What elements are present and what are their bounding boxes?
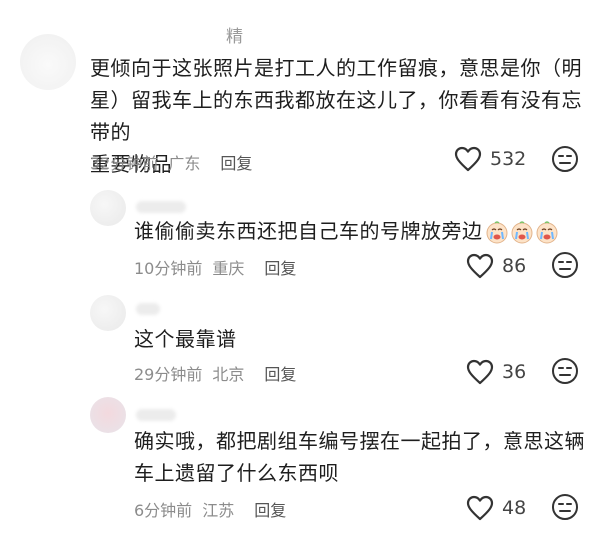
comment-time: 10分钟前 — [134, 259, 203, 278]
comment-text-line: 更倾向于这张照片是打工人的工作留痕，意思是你（明 — [90, 56, 582, 80]
reply-button[interactable]: 回复 — [254, 497, 286, 521]
unhappy-face-icon — [551, 145, 579, 173]
dislike-button[interactable] — [551, 251, 579, 279]
emoji-group — [485, 220, 559, 245]
crying-face-emoji — [511, 220, 532, 243]
comment-item: 谁偷偷卖东西还把自己车的号牌放旁边 10分钟前 重庆 回复 86 — [0, 185, 600, 295]
crying-face-emoji — [536, 220, 557, 243]
like-count: 48 — [502, 497, 527, 519]
heart-outline-icon — [454, 146, 482, 172]
like-button[interactable]: 86 — [466, 253, 526, 279]
like-button[interactable]: 48 — [466, 495, 526, 521]
unhappy-face-icon — [551, 357, 579, 385]
comment-text-line: 星）留我车上的东西我都放在这儿了，你看看有没有忘带的 — [90, 88, 582, 144]
comment-text-line: 谁偷偷卖东西还把自己车的号牌放旁边 — [134, 219, 483, 243]
comment-author[interactable] — [136, 201, 186, 213]
unhappy-face-icon — [551, 493, 579, 521]
comment-text-line: 车上遗留了什么东西呗 — [134, 461, 339, 485]
dislike-button[interactable] — [551, 357, 579, 385]
comment-section: 精 更倾向于这张照片是打工人的工作留痕，意思是你（明 星）留我车上的东西我都放在… — [0, 0, 600, 546]
crying-face-emoji — [486, 220, 507, 243]
avatar[interactable] — [20, 34, 76, 90]
comment-location: 广东 — [168, 154, 201, 173]
comment-author[interactable]: 精 — [226, 22, 243, 47]
comment-text-line: 确实哦，都把剧组车编号摆在一起拍了，意思这辆 — [134, 429, 585, 453]
dislike-button[interactable] — [551, 145, 579, 173]
comment-author[interactable] — [136, 303, 160, 315]
comment-time: 32分钟前 — [90, 154, 159, 173]
like-button[interactable]: 532 — [454, 146, 526, 172]
comment-text: 谁偷偷卖东西还把自己车的号牌放旁边 — [134, 215, 559, 247]
heart-outline-icon — [466, 253, 494, 279]
comment-text: 确实哦，都把剧组车编号摆在一起拍了，意思这辆 车上遗留了什么东西呗 — [134, 425, 585, 489]
comment-meta: 6分钟前 江苏 回复 — [134, 497, 286, 521]
comment-meta: 10分钟前 重庆 回复 — [134, 255, 296, 279]
comment-text-line: 这个最靠谱 — [134, 327, 237, 351]
dislike-button[interactable] — [551, 493, 579, 521]
comment-meta: 29分钟前 北京 回复 — [134, 361, 296, 385]
comment-time: 6分钟前 — [134, 501, 193, 520]
comment-location: 北京 — [212, 365, 245, 384]
avatar[interactable] — [90, 190, 126, 226]
like-count: 532 — [490, 148, 527, 170]
comment-meta: 32分钟前 广东 回复 — [90, 150, 252, 174]
comment-text: 这个最靠谱 — [134, 323, 237, 355]
comment-location: 重庆 — [212, 259, 245, 278]
reply-button[interactable]: 回复 — [220, 150, 252, 174]
reply-button[interactable]: 回复 — [264, 255, 296, 279]
comment-location: 江苏 — [202, 501, 235, 520]
like-button[interactable]: 36 — [466, 359, 526, 385]
like-count: 86 — [502, 255, 527, 277]
unhappy-face-icon — [551, 251, 579, 279]
comment-item: 精 更倾向于这张照片是打工人的工作留痕，意思是你（明 星）留我车上的东西我都放在… — [0, 0, 600, 185]
comment-item: 这个最靠谱 29分钟前 北京 回复 36 — [0, 295, 600, 395]
avatar[interactable] — [90, 397, 126, 433]
reply-button[interactable]: 回复 — [264, 361, 296, 385]
comment-item: 确实哦，都把剧组车编号摆在一起拍了，意思这辆 车上遗留了什么东西呗 6分钟前 江… — [0, 395, 600, 546]
avatar[interactable] — [90, 295, 126, 331]
comment-author[interactable] — [136, 409, 176, 421]
comment-time: 29分钟前 — [134, 365, 203, 384]
heart-outline-icon — [466, 495, 494, 521]
like-count: 36 — [502, 361, 527, 383]
heart-outline-icon — [466, 359, 494, 385]
